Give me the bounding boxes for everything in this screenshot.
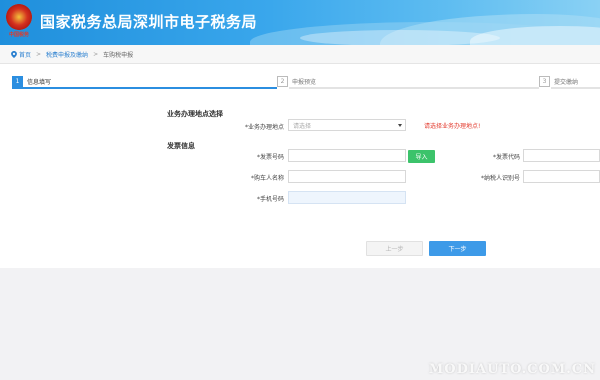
step-number: 1 bbox=[12, 76, 23, 87]
invoice-code-label: *发票代码 bbox=[492, 154, 520, 161]
step-1: 1 信息填写 bbox=[12, 76, 51, 87]
location-label: *业务办理地点 bbox=[244, 124, 284, 131]
step-number: 3 bbox=[539, 76, 550, 87]
breadcrumb-section-link[interactable]: 税费申报及缴纳 bbox=[46, 50, 88, 59]
step-2: 2 申报预览 bbox=[277, 76, 316, 87]
emblem-caption: 中国税务 bbox=[8, 32, 29, 38]
invoice-code-input[interactable] bbox=[523, 149, 600, 162]
buyer-name-input[interactable] bbox=[288, 170, 406, 183]
header-decoration bbox=[300, 30, 500, 45]
step-label: 申报预览 bbox=[292, 79, 317, 86]
location-select[interactable]: 请选择 bbox=[288, 119, 406, 131]
phone-input[interactable] bbox=[288, 191, 406, 204]
phone-label: *手机号码 bbox=[256, 196, 284, 203]
tax-emblem-icon[interactable] bbox=[6, 4, 32, 30]
watermark: MODIAUTO.COM.CN bbox=[428, 362, 596, 377]
import-button[interactable]: 导入 bbox=[408, 150, 435, 163]
chevron-down-icon bbox=[398, 124, 402, 127]
step-progress-line bbox=[12, 87, 277, 89]
step-label: 信息填写 bbox=[27, 79, 52, 86]
step-label: 提交缴纳 bbox=[554, 79, 579, 86]
site-header: 中国税务 国家税务总局深圳市电子税务局 bbox=[0, 0, 600, 45]
step-3: 3 提交缴纳 bbox=[539, 76, 578, 87]
buyer-name-label: *购车人名称 bbox=[250, 175, 284, 182]
breadcrumb-current: 车购税申报 bbox=[103, 51, 134, 59]
invoice-number-label: *发票号码 bbox=[256, 154, 284, 161]
location-select-value: 请选择 bbox=[293, 122, 312, 130]
taxpayer-id-input[interactable] bbox=[523, 170, 600, 183]
location-warning: 请选择业务办理地点! bbox=[424, 123, 481, 130]
step-number: 2 bbox=[277, 76, 288, 87]
step-progress-line bbox=[289, 87, 539, 89]
invoice-number-input[interactable] bbox=[288, 149, 406, 162]
taxpayer-id-label: *纳税人识别号 bbox=[480, 175, 520, 182]
main-panel: 1 信息填写 2 申报预览 3 提交缴纳 业务办理地点选择 *业务办理地点 请选… bbox=[0, 64, 600, 268]
breadcrumb-home-link[interactable]: 首页 bbox=[19, 50, 31, 59]
location-section-title: 业务办理地点选择 bbox=[167, 110, 223, 118]
prev-step-button[interactable]: 上一步 bbox=[366, 241, 423, 256]
step-progress-line bbox=[551, 87, 600, 89]
location-pin-icon bbox=[11, 50, 17, 58]
invoice-section-title: 发票信息 bbox=[167, 142, 195, 150]
next-step-button[interactable]: 下一步 bbox=[429, 241, 486, 256]
breadcrumb-separator: > bbox=[36, 50, 42, 58]
breadcrumb: 首页 > 税费申报及缴纳 > 车购税申报 bbox=[0, 45, 600, 64]
breadcrumb-separator: > bbox=[93, 50, 99, 58]
site-title: 国家税务总局深圳市电子税务局 bbox=[40, 13, 258, 31]
